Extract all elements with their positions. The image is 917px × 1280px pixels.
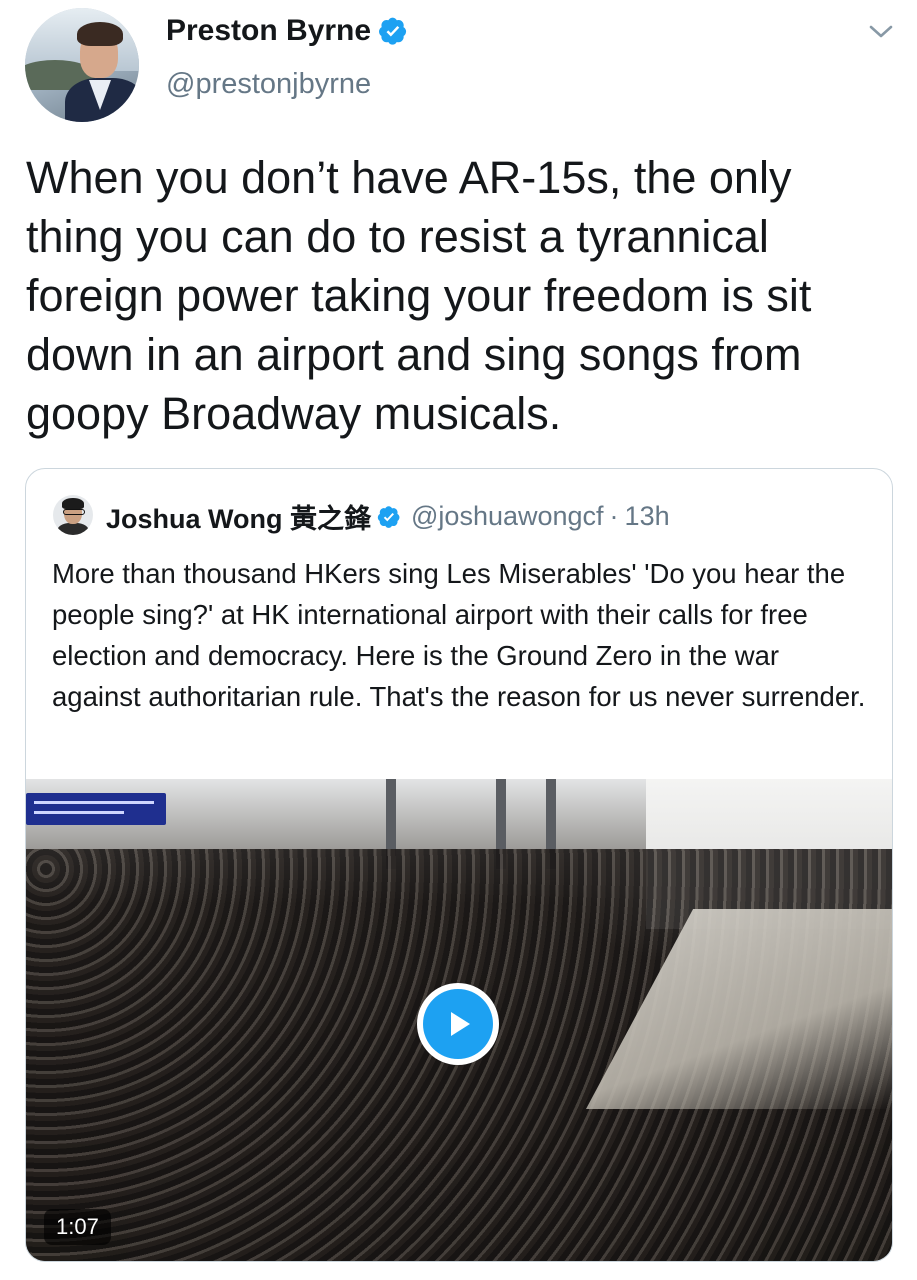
quoted-tweet-card[interactable]: Joshua Wong 黃之鋒 @joshuawongcf · 13h More… [25, 468, 893, 1262]
quoted-display-name[interactable]: Joshua Wong 黃之鋒 [106, 497, 371, 536]
tweet: Preston Byrne @prestonjbyrne When you do… [0, 0, 917, 1280]
author-avatar[interactable] [25, 8, 139, 122]
video-scene-sign [26, 793, 166, 825]
author-name-row[interactable]: Preston Byrne [166, 14, 408, 48]
verified-badge-icon [379, 17, 407, 45]
quoted-handle[interactable]: @joshuawongcf [411, 501, 604, 532]
quoted-timestamp[interactable]: 13h [625, 501, 670, 532]
video-player[interactable]: 1:07 [26, 779, 892, 1261]
chevron-down-icon[interactable] [868, 22, 894, 42]
quoted-header: Joshua Wong 黃之鋒 @joshuawongcf · 13h [106, 497, 670, 536]
quoted-tweet-text: More than thousand HKers sing Les Misera… [52, 558, 866, 712]
play-button[interactable] [417, 983, 499, 1065]
quoted-author-avatar[interactable] [53, 495, 93, 535]
tweet-text: When you don’t have AR-15s, the only thi… [26, 152, 812, 439]
play-icon [423, 989, 493, 1059]
separator-dot: · [609, 501, 619, 531]
video-duration-badge: 1:07 [44, 1209, 111, 1245]
author-display-name[interactable]: Preston Byrne [166, 14, 371, 48]
verified-badge-icon [377, 505, 400, 528]
author-handle[interactable]: @prestonjbyrne [166, 68, 371, 101]
